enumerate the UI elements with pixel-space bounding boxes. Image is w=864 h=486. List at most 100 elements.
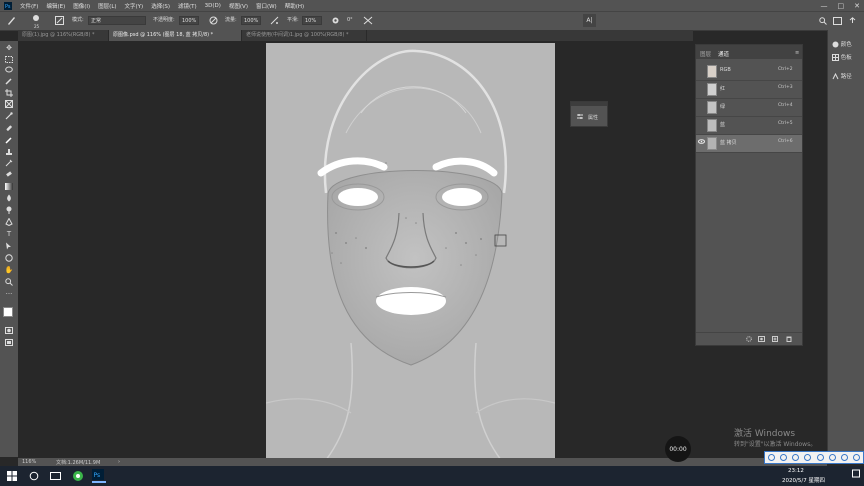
tab-label: 原图(1).jpg @ 116%(RGB/8) * xyxy=(22,32,95,38)
tray-moon-icon[interactable] xyxy=(792,454,800,461)
tab-document-1[interactable]: 原图(1).jpg @ 116%(RGB/8) * xyxy=(18,30,109,41)
blur-tool-icon[interactable] xyxy=(3,193,15,203)
share-icon[interactable] xyxy=(848,17,857,27)
mode-dropdown[interactable]: 正常 xyxy=(88,16,146,25)
brush-settings-icon[interactable] xyxy=(55,16,64,27)
zoom-level[interactable]: 116% xyxy=(22,459,36,465)
smooth-field[interactable]: 10% xyxy=(302,16,322,25)
menu-file[interactable]: 文件(F) xyxy=(16,2,42,10)
hand-tool-icon[interactable]: ✋ xyxy=(3,265,15,275)
clone-stamp-tool-icon[interactable] xyxy=(3,147,15,157)
path-selection-tool-icon[interactable] xyxy=(3,241,15,251)
tray-keyboard-icon[interactable] xyxy=(828,454,836,461)
workspace-icon[interactable] xyxy=(833,17,842,27)
opacity-field[interactable]: 100% xyxy=(179,16,199,25)
save-selection-icon[interactable] xyxy=(758,336,765,344)
channel-row-blue[interactable]: 蓝 Ctrl+5 xyxy=(696,117,802,135)
pen-tool-icon[interactable] xyxy=(3,217,15,227)
dock-color[interactable]: 颜色 xyxy=(832,40,852,48)
lasso-tool-icon[interactable] xyxy=(3,65,15,75)
channel-row-green[interactable]: 绿 Ctrl+4 xyxy=(696,99,802,117)
notification-icon[interactable] xyxy=(852,469,860,481)
visibility-eye-icon[interactable] xyxy=(698,139,705,146)
properties-panel-collapsed[interactable]: 属性 xyxy=(570,101,608,127)
delete-channel-icon[interactable] xyxy=(786,336,792,344)
search-icon[interactable] xyxy=(819,17,827,27)
history-brush-tool-icon[interactable] xyxy=(3,158,15,168)
tray-mic-icon[interactable] xyxy=(816,454,824,461)
windows-start-icon[interactable] xyxy=(7,471,17,483)
panel-menu-icon[interactable]: ≡ xyxy=(795,50,799,56)
close-button[interactable]: ✕ xyxy=(854,2,860,10)
status-arrow-icon[interactable]: › xyxy=(118,459,120,465)
type-tool-icon[interactable]: T xyxy=(3,229,15,239)
app-green-icon[interactable] xyxy=(72,470,84,484)
tab-channels[interactable]: 通道 xyxy=(718,50,729,58)
dock-paths[interactable]: 路径 xyxy=(832,72,852,80)
recording-timer[interactable]: 00:00 xyxy=(665,436,691,462)
search-taskbar-icon[interactable] xyxy=(29,471,39,483)
symmetry-icon[interactable] xyxy=(363,16,373,27)
crop-tool-icon[interactable] xyxy=(3,88,15,98)
ellipse-tool-icon[interactable] xyxy=(3,253,15,263)
eyedropper-tool-icon[interactable] xyxy=(3,111,15,121)
foreground-color-swatch[interactable] xyxy=(3,307,13,317)
photoshop-taskbar-icon[interactable]: Ps xyxy=(92,469,106,483)
menu-help[interactable]: 帮助(H) xyxy=(281,2,308,10)
menu-layer[interactable]: 图层(L) xyxy=(94,2,120,10)
marquee-tool-icon[interactable] xyxy=(3,54,15,64)
quick-mask-icon[interactable] xyxy=(3,325,15,335)
menu-view[interactable]: 视图(V) xyxy=(225,2,252,10)
menu-3d[interactable]: 3D(D) xyxy=(201,3,225,9)
properties-title: 属性 xyxy=(588,115,599,121)
menu-select[interactable]: 选择(S) xyxy=(147,2,174,10)
ai-icon[interactable]: A| xyxy=(583,14,596,27)
brush-tool-icon[interactable] xyxy=(3,135,15,145)
pressure-opacity-icon[interactable] xyxy=(209,16,218,27)
task-view-icon[interactable] xyxy=(50,471,61,483)
gradient-tool-icon[interactable] xyxy=(3,181,15,191)
clock-date[interactable]: 2020/5/7 星期四 xyxy=(782,476,825,484)
minimize-button[interactable]: — xyxy=(821,2,828,10)
dock-swatches[interactable]: 色板 xyxy=(832,53,852,61)
menu-filter[interactable]: 滤镜(T) xyxy=(174,2,201,10)
flow-field[interactable]: 100% xyxy=(241,16,261,25)
brush-tool-icon[interactable] xyxy=(6,15,17,28)
properties-icon xyxy=(576,113,584,122)
load-selection-icon[interactable] xyxy=(746,336,752,344)
tray-punctuation-icon[interactable] xyxy=(804,454,812,461)
angle-value[interactable]: 0° xyxy=(347,16,353,25)
tab-document-2[interactable]: 原图像.psd @ 116% (图层 18, 蓝 拷贝/8) * xyxy=(109,30,242,41)
channel-row-red[interactable]: 红 Ctrl+3 xyxy=(696,81,802,99)
tab-layers[interactable]: 图层 xyxy=(700,50,711,58)
tray-s-icon[interactable] xyxy=(767,454,775,461)
tray-shirt-icon[interactable] xyxy=(841,454,849,461)
healing-brush-tool-icon[interactable] xyxy=(3,123,15,133)
document-image[interactable] xyxy=(266,43,555,460)
screen-mode-icon[interactable] xyxy=(3,337,15,347)
move-tool-icon[interactable]: ✥ xyxy=(3,43,15,53)
dock-color-label: 颜色 xyxy=(840,42,852,48)
maximize-button[interactable]: □ xyxy=(838,2,845,10)
quick-select-tool-icon[interactable] xyxy=(3,76,15,86)
menu-image[interactable]: 图像(I) xyxy=(69,2,94,10)
new-channel-icon[interactable] xyxy=(772,336,778,344)
menu-type[interactable]: 文字(Y) xyxy=(121,2,148,10)
tray-grid-icon[interactable] xyxy=(853,454,861,461)
tab-document-3[interactable]: 老师说使用(中间调)1.jpg @ 100%(RGB/8) * xyxy=(242,30,367,41)
properties-panel-grip[interactable] xyxy=(571,102,607,106)
dodge-tool-icon[interactable] xyxy=(3,205,15,215)
smoothing-settings-gear-icon[interactable] xyxy=(331,16,340,27)
more-tools-icon[interactable]: ··· xyxy=(3,289,15,299)
svg-text:Ps: Ps xyxy=(5,4,11,10)
frame-tool-icon[interactable] xyxy=(3,99,15,109)
zoom-tool-icon[interactable] xyxy=(3,277,15,287)
menu-window[interactable]: 窗口(W) xyxy=(252,2,281,10)
tray-ime-icon[interactable] xyxy=(779,454,787,461)
menu-edit[interactable]: 编辑(E) xyxy=(42,2,69,10)
airbrush-icon[interactable] xyxy=(270,16,279,27)
channel-row-rgb[interactable]: RGB Ctrl+2 xyxy=(696,63,802,81)
eraser-tool-icon[interactable] xyxy=(3,169,15,179)
clock-time[interactable]: 23:12 xyxy=(788,468,804,474)
channel-row-blue-copy[interactable]: 蓝 拷贝 Ctrl+6 xyxy=(696,135,802,153)
